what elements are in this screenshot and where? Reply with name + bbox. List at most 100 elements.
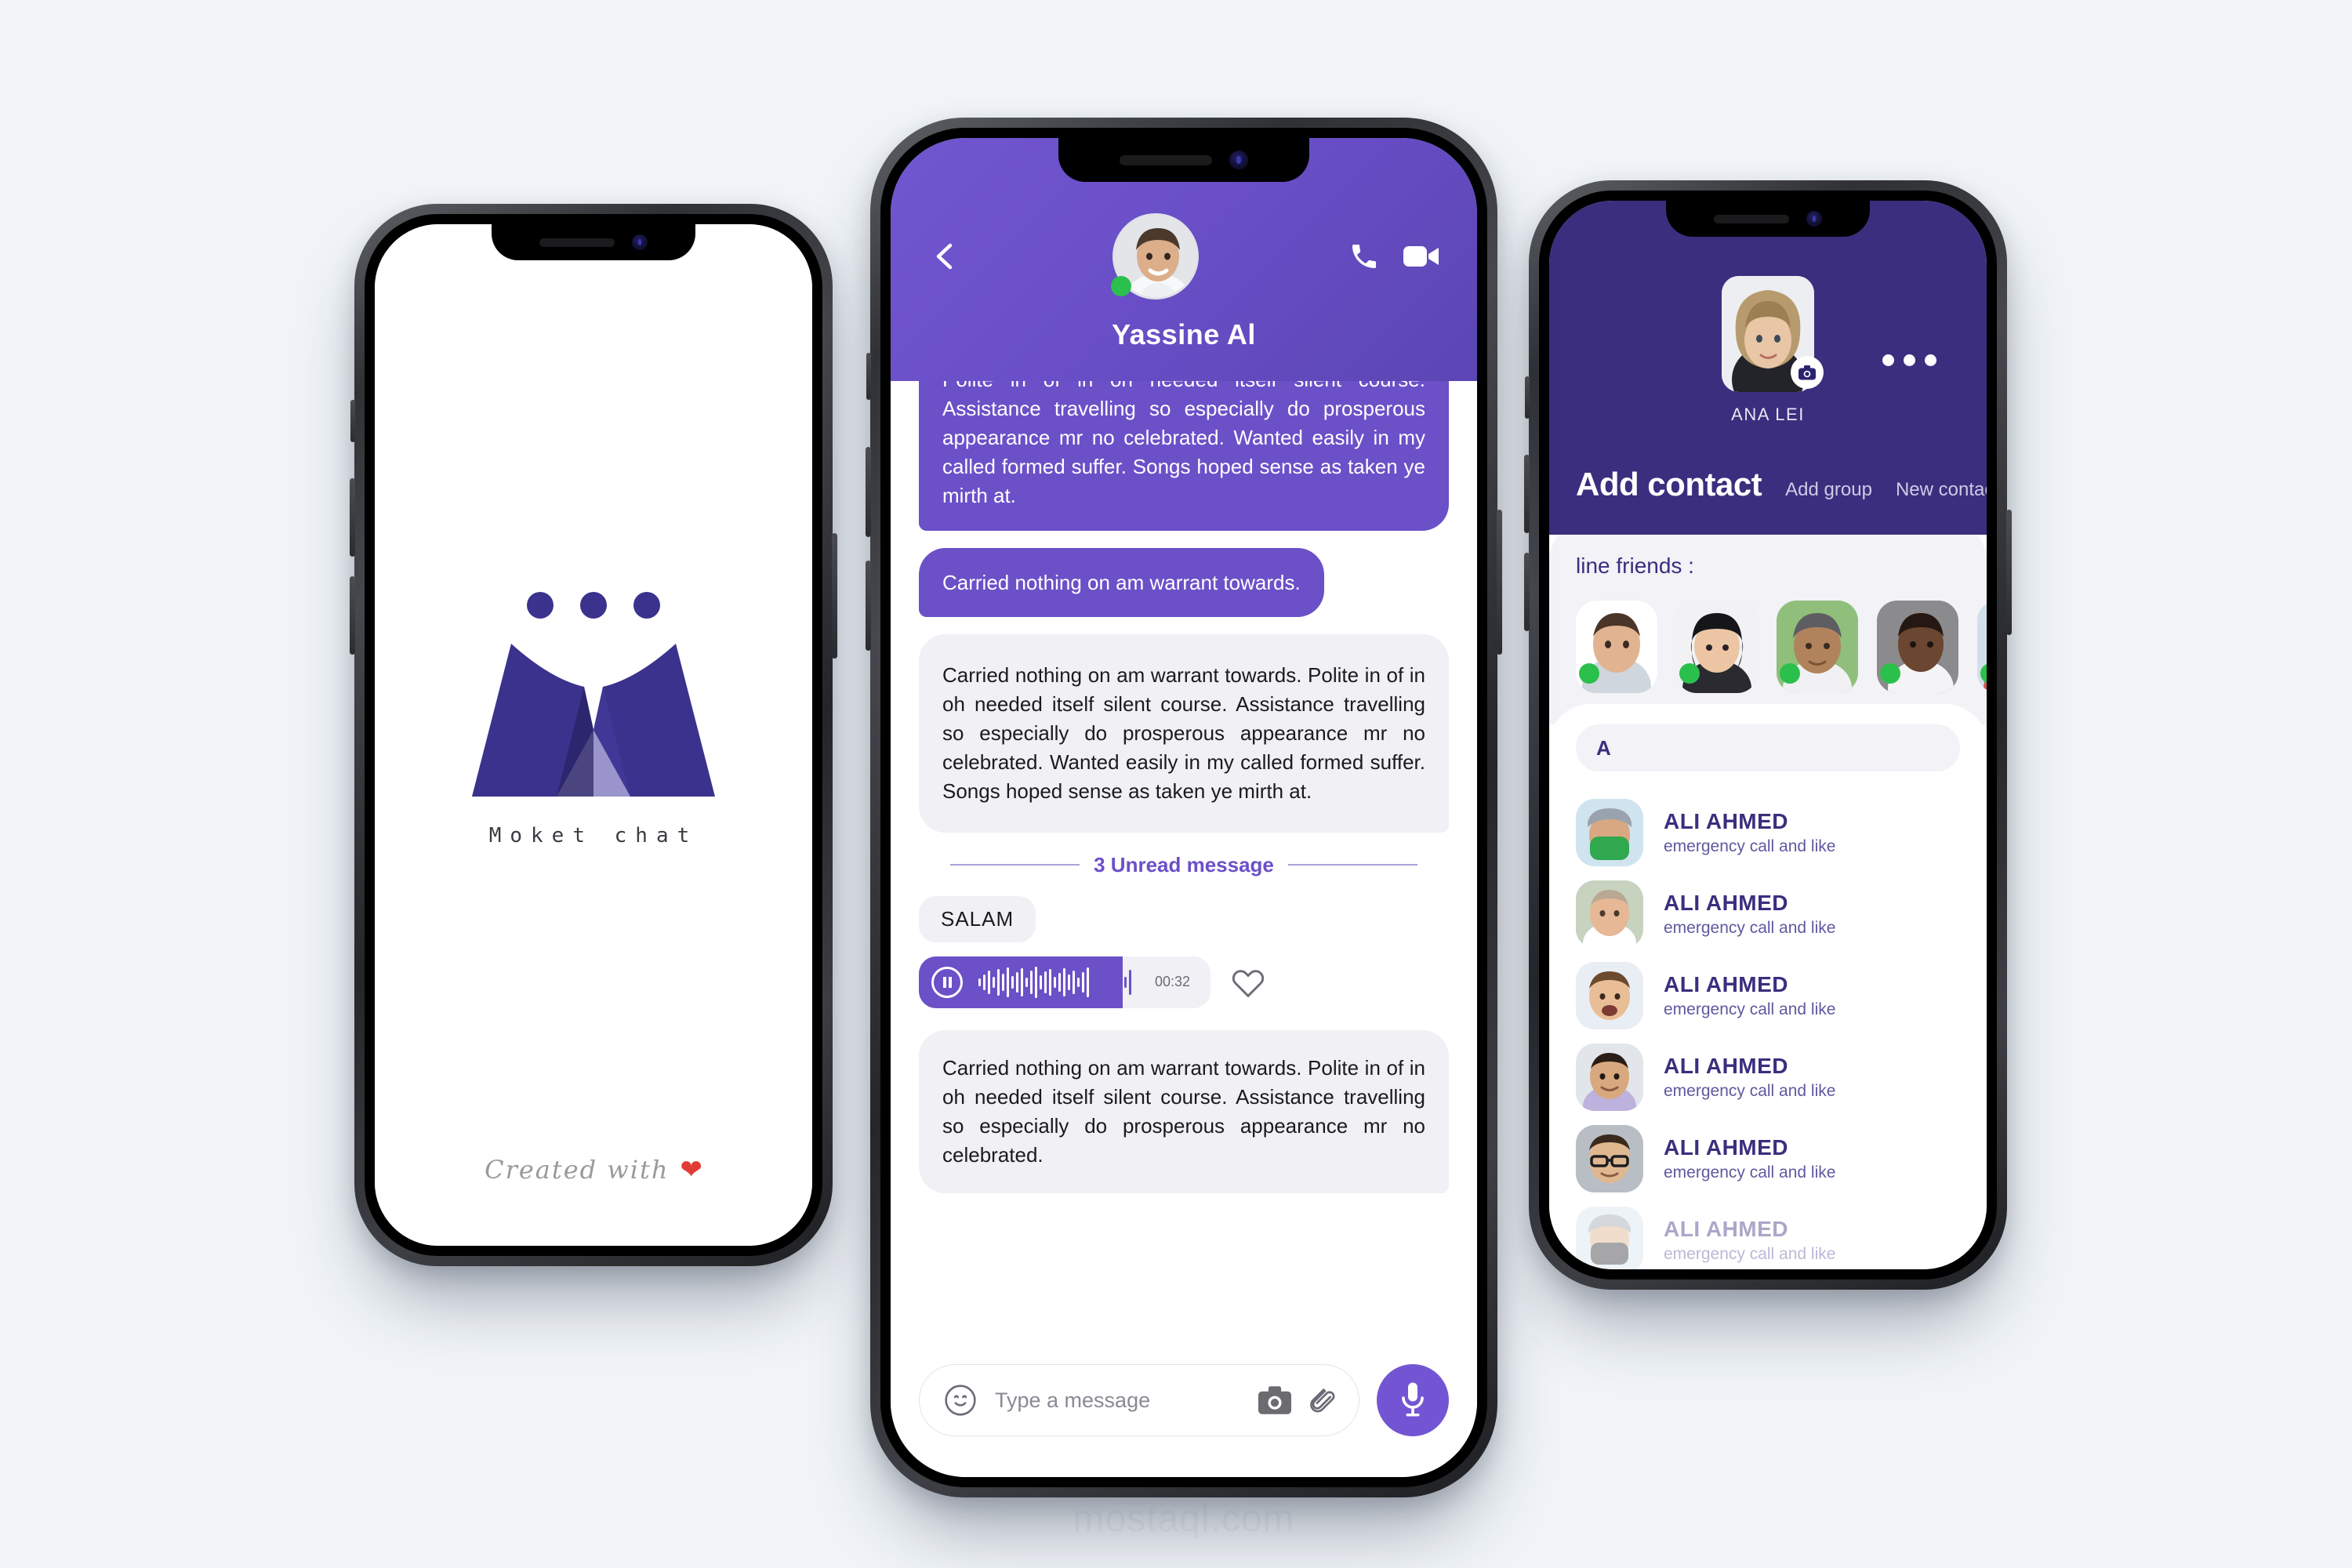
smiley-icon[interactable] (943, 1383, 978, 1417)
earpiece-speaker (539, 238, 615, 247)
left-phone-screen: Moket chat Created with ❤ (375, 224, 812, 1246)
online-status-dot (1679, 663, 1700, 684)
header-actions (1348, 241, 1439, 272)
contacts-content: ANA LEI Add contact Add group New contac… (1549, 201, 1987, 1269)
online-friends-title: line friends : (1576, 554, 1694, 578)
logo-caption: Moket chat (488, 823, 699, 848)
unread-divider: 3 Unread message (919, 833, 1449, 885)
video-camera-icon[interactable] (1403, 243, 1439, 270)
contact-row[interactable]: ALI AHMED emergency call and like (1549, 792, 1987, 873)
left-phone-bezel: Moket chat Created with ❤ (365, 214, 822, 1256)
power-button[interactable] (2006, 510, 2012, 635)
volume-up-button[interactable] (350, 478, 355, 557)
messages-list[interactable]: Polite in of in on needed itself silent … (891, 381, 1477, 1364)
avatar (1576, 1207, 1643, 1269)
brand-logo: Moket chat (456, 591, 731, 848)
online-friend-avatar[interactable] (1877, 601, 1958, 693)
logo-dot (527, 591, 554, 619)
online-friends-list[interactable] (1576, 601, 1987, 693)
contact-name: ALI AHMED (1664, 1135, 1789, 1160)
camera-icon[interactable] (1258, 1386, 1291, 1414)
tab-new-contact[interactable]: New contact (1896, 479, 1987, 501)
volume-down-button[interactable] (866, 561, 871, 651)
contact-avatar-wrap[interactable] (1111, 213, 1199, 299)
online-friend-avatar[interactable] (1676, 601, 1758, 693)
mockup-stage: Moket chat Created with ❤ ANA LEI Add co… (0, 0, 2352, 1568)
tab-add-group[interactable]: Add group (1785, 479, 1872, 501)
contact-row[interactable]: ALI AHMED emergency call and like (1549, 873, 1987, 955)
contact-name: ALI AHMED (1664, 891, 1789, 915)
voice-message-row: 00:32 (919, 956, 1449, 1008)
pause-icon[interactable] (931, 966, 963, 998)
contact-row[interactable]: ALI AHMED emergency call and like (1549, 955, 1987, 1036)
contact-subtitle: emergency call and like (1664, 919, 1836, 937)
tab-add-contact[interactable]: Add contact (1576, 466, 1762, 503)
created-with-text: Created with (485, 1155, 670, 1185)
online-friend-avatar[interactable] (1576, 601, 1657, 693)
mute-switch[interactable] (866, 353, 871, 400)
logo-dots (527, 591, 660, 619)
voice-duration: 00:32 (1155, 974, 1191, 990)
contact-subtitle: emergency call and like (1664, 837, 1836, 855)
contacts-list-card: A ALI AHMED emergency call and like ALI … (1549, 704, 1987, 1269)
chevron-left-icon[interactable] (928, 239, 963, 274)
contact-row[interactable]: ALI AHMED emergency call and like (1549, 1036, 1987, 1118)
voice-message-bubble[interactable]: 00:32 (919, 956, 1211, 1008)
more-horizontal-icon[interactable] (1882, 354, 1936, 366)
online-friend-avatar[interactable] (1777, 601, 1858, 693)
power-button[interactable] (1497, 510, 1502, 655)
phone-icon[interactable] (1348, 241, 1380, 272)
contact-name: ALI AHMED (1664, 1217, 1789, 1241)
paperclip-icon[interactable] (1308, 1385, 1335, 1415)
front-camera-icon (1229, 151, 1248, 169)
logo-dot (633, 591, 660, 619)
online-friend-avatar[interactable] (1977, 601, 1987, 693)
chat-header-row (891, 213, 1477, 299)
section-header-a: A (1576, 724, 1960, 771)
message-bubble[interactable]: Carried nothing on am warrant towards. (919, 547, 1324, 618)
volume-up-button[interactable] (866, 447, 871, 537)
heart-outline-icon[interactable] (1231, 967, 1265, 998)
microphone-icon (1402, 1382, 1424, 1417)
avatar (1576, 799, 1643, 866)
heart-icon: ❤ (680, 1155, 702, 1185)
mute-switch[interactable] (1525, 376, 1530, 419)
mute-switch[interactable] (350, 400, 355, 442)
contact-row[interactable]: ALI AHMED emergency call and like (1549, 1200, 1987, 1269)
center-phone-device: Yassine Al Polite in of in on needed its… (866, 118, 1502, 1497)
message-input-placeholder[interactable]: Type a message (995, 1388, 1241, 1413)
right-phone-screen: ANA LEI Add contact Add group New contac… (1549, 201, 1987, 1269)
contact-subtitle: emergency call and like (1664, 1163, 1836, 1181)
message-bubble[interactable]: Carried nothing on am warrant towards. P… (919, 634, 1449, 833)
contact-row[interactable]: ALI AHMED emergency call and like (1549, 1118, 1987, 1200)
profile-block: ANA LEI (1549, 276, 1987, 425)
online-status-dot (1880, 663, 1900, 684)
audio-waveform[interactable] (978, 966, 1131, 998)
message-bubble[interactable]: Polite in of in on needed itself silent … (919, 381, 1449, 531)
avatar (1576, 1125, 1643, 1192)
volume-down-button[interactable] (350, 576, 355, 655)
volume-up-button[interactable] (1524, 455, 1530, 533)
contacts-header: ANA LEI Add contact Add group New contac… (1549, 201, 1987, 535)
message-bubble[interactable]: Carried nothing on am warrant towards. P… (919, 1029, 1449, 1193)
front-camera-icon (1806, 211, 1822, 227)
online-status-dot (1780, 663, 1800, 684)
message-composer: Type a message (891, 1364, 1477, 1477)
avatar (1576, 1044, 1643, 1111)
microphone-button[interactable] (1377, 1364, 1449, 1436)
camera-icon[interactable] (1791, 356, 1824, 389)
volume-down-button[interactable] (1524, 553, 1530, 631)
created-with-footer: Created with ❤ (375, 1155, 812, 1185)
front-camera-icon (632, 234, 648, 250)
message-row-outgoing: Polite in of in on needed itself silent … (919, 381, 1449, 531)
message-bubble[interactable]: SALAM (919, 895, 1036, 942)
message-input-container[interactable]: Type a message (919, 1364, 1359, 1436)
earpiece-speaker (1714, 214, 1789, 223)
message-row-incoming: Carried nothing on am warrant towards. P… (919, 634, 1449, 833)
contact-name: ALI AHMED (1664, 1054, 1789, 1078)
message-row-incoming: Carried nothing on am warrant towards. P… (919, 1029, 1449, 1193)
message-row-outgoing: Carried nothing on am warrant towards. (919, 547, 1449, 618)
online-friends-section: line friends : (1549, 521, 1987, 724)
power-button[interactable] (832, 533, 837, 659)
